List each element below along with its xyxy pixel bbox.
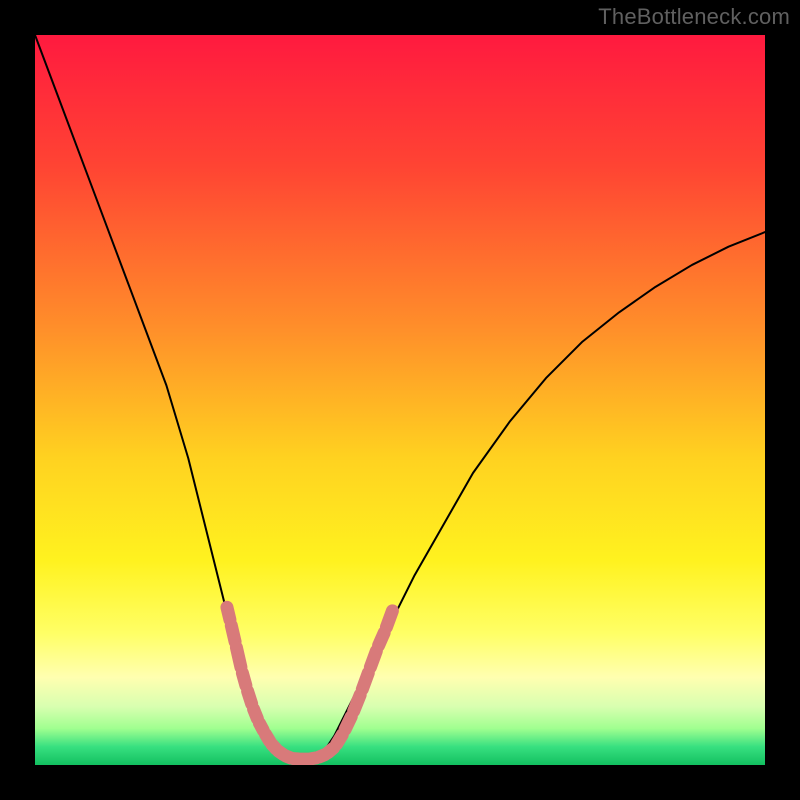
highlight-marker [242,673,245,685]
chart-stage: TheBottleneck.com [0,0,800,800]
highlight-marker [354,695,361,711]
chart-svg [35,35,765,765]
highlight-marker [231,626,235,642]
highlight-marker [362,673,368,689]
highlight-marker [370,651,376,667]
highlight-marker [379,633,385,646]
highlight-marker [227,607,230,619]
highlight-marker [337,735,343,744]
highlight-marker [248,691,252,704]
gradient-background [35,35,765,765]
highlight-marker [254,709,258,718]
plot-area [35,35,765,765]
highlight-marker [236,647,241,667]
highlight-marker [345,717,351,730]
watermark-text: TheBottleneck.com [598,4,790,30]
highlight-marker [386,611,392,627]
